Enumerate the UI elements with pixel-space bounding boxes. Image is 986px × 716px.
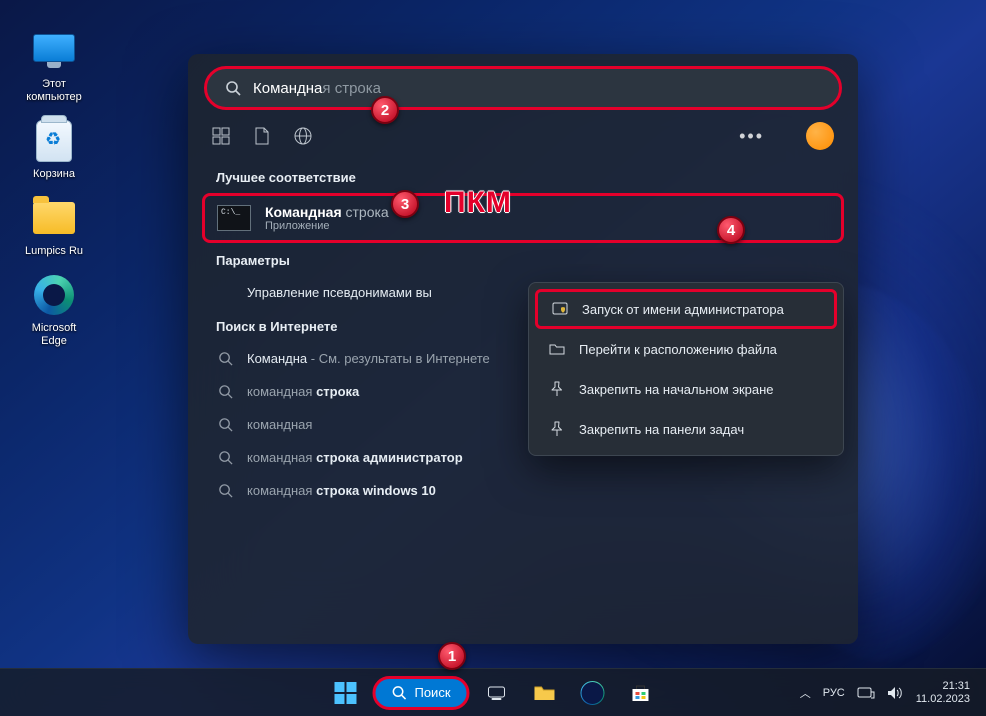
step-marker-3: 3 — [391, 190, 419, 218]
search-input[interactable]: Командная строка — [204, 66, 842, 110]
desktop-icon-recycle-bin[interactable]: ♻ Корзина — [14, 118, 94, 181]
ctx-run-as-admin[interactable]: Запуск от имени администратора — [535, 289, 837, 329]
search-text: Командная строка — [253, 80, 381, 97]
user-avatar[interactable] — [806, 122, 834, 150]
step-marker-4: 4 — [717, 216, 745, 244]
search-icon — [218, 450, 233, 465]
web-result[interactable]: командная строка windows 10 — [188, 474, 858, 507]
best-match-subtitle: Приложение — [265, 220, 389, 232]
windows-logo-icon — [334, 682, 356, 704]
desktop-icon-column: Этоткомпьютер ♻ Корзина Lumpics Ru Micro… — [14, 28, 104, 362]
task-view-icon — [487, 683, 507, 703]
shield-admin-icon — [552, 301, 568, 317]
store-icon — [630, 683, 652, 703]
tray-overflow-button[interactable]: ︿ — [800, 685, 811, 701]
taskbar-search-button[interactable]: Поиск — [372, 676, 469, 710]
start-button[interactable] — [324, 674, 366, 712]
best-match-result[interactable]: C:\_ Командная строка Приложение — [202, 193, 844, 243]
search-icon — [225, 80, 241, 96]
desktop-icon-this-pc[interactable]: Этоткомпьютер — [14, 28, 94, 104]
desktop-icon-label: MicrosoftEdge — [14, 322, 94, 348]
clock-date: 11.02.2023 — [916, 693, 970, 706]
search-icon — [218, 351, 233, 366]
taskbar-task-view[interactable] — [476, 674, 518, 712]
pin-icon — [549, 381, 565, 397]
volume-icon[interactable] — [887, 686, 904, 700]
desktop-icon-edge[interactable]: MicrosoftEdge — [14, 272, 94, 348]
more-button[interactable]: ••• — [739, 126, 764, 147]
taskbar-edge[interactable] — [572, 674, 614, 712]
search-icon — [218, 417, 233, 432]
clock-time: 21:31 — [916, 680, 970, 693]
search-filter-row: ••• — [188, 122, 858, 160]
settings-heading: Параметры — [188, 243, 858, 276]
documents-filter-icon[interactable] — [254, 127, 270, 145]
context-menu: Запуск от имени администратора Перейти к… — [528, 282, 844, 456]
pin-icon — [549, 421, 565, 437]
taskbar-center: Поиск — [324, 674, 661, 712]
search-icon — [218, 483, 233, 498]
step-marker-2: 2 — [371, 96, 399, 124]
desktop-icon-label: Lumpics Ru — [14, 245, 94, 258]
rmb-hint-label: ПКМ — [444, 186, 512, 220]
desktop-icon-folder-lumpics[interactable]: Lumpics Ru — [14, 195, 94, 258]
taskbar-explorer[interactable] — [524, 674, 566, 712]
ctx-open-file-location[interactable]: Перейти к расположению файла — [535, 329, 837, 369]
web-filter-icon[interactable] — [294, 127, 312, 145]
best-match-heading: Лучшее соответствие — [188, 160, 858, 193]
desktop-icon-label: Корзина — [14, 168, 94, 181]
folder-icon — [534, 684, 556, 702]
folder-icon — [549, 341, 565, 357]
cmd-icon: C:\_ — [217, 205, 251, 231]
step-marker-1: 1 — [438, 642, 466, 670]
network-icon[interactable] — [857, 686, 875, 700]
taskbar: Поиск ︿ РУС 21:31 11.02.2023 — [0, 668, 986, 716]
search-icon — [218, 384, 233, 399]
start-search-panel: Командная строка ••• Лучшее соответствие… — [188, 54, 858, 644]
search-icon — [391, 685, 406, 700]
apps-filter-icon[interactable] — [212, 127, 230, 145]
desktop-icon-label: Этоткомпьютер — [14, 78, 94, 104]
ctx-pin-start[interactable]: Закрепить на начальном экране — [535, 369, 837, 409]
taskbar-store[interactable] — [620, 674, 662, 712]
ctx-pin-taskbar[interactable]: Закрепить на панели задач — [535, 409, 837, 449]
edge-icon — [581, 681, 605, 705]
language-indicator[interactable]: РУС — [823, 687, 845, 699]
system-tray: ︿ РУС 21:31 11.02.2023 — [800, 680, 986, 706]
clock[interactable]: 21:31 11.02.2023 — [916, 680, 970, 706]
